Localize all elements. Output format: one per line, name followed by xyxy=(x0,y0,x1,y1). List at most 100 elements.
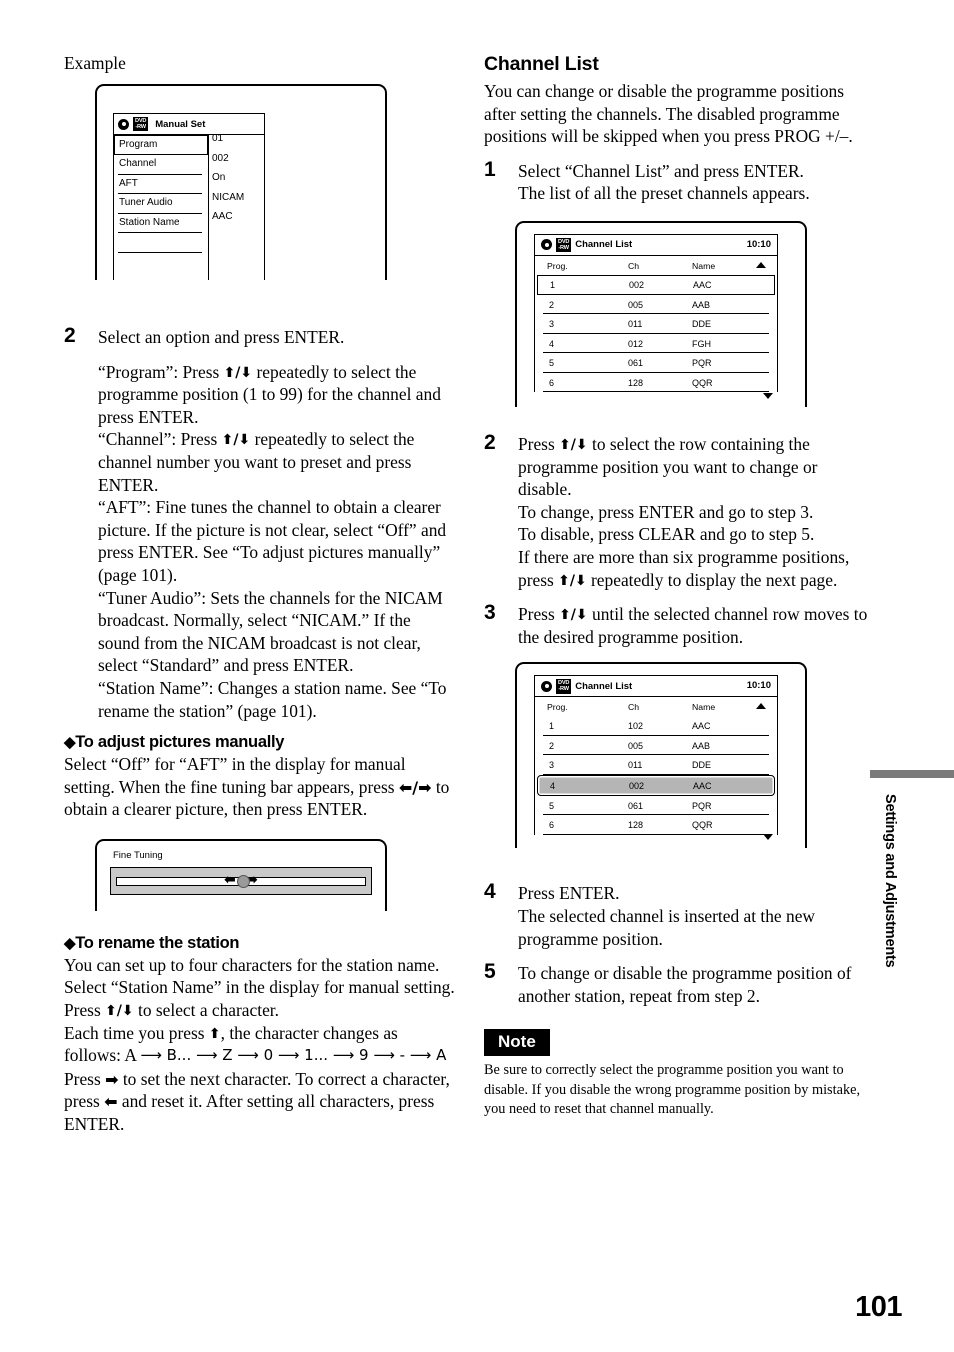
column-header-ch: Ch xyxy=(628,260,640,271)
step-2-tuner-audio: “Tuner Audio”: Sets the channels for the… xyxy=(98,587,443,676)
table-row[interactable]: 5 061 PQR xyxy=(535,796,777,816)
dvd-rw-line2: -RW xyxy=(135,124,146,130)
t-f: repeatedly to display the next page. xyxy=(586,569,838,590)
step-5: 5 To change or disable the programme pos… xyxy=(484,960,869,1007)
channel-text-a: “Channel”: Press xyxy=(98,429,222,450)
disc-icon xyxy=(118,118,129,130)
diamond-bullet-icon: ◆ xyxy=(64,934,76,952)
cell-ch: 005 xyxy=(628,299,644,310)
manual-set-row-selected[interactable]: Program xyxy=(114,135,208,155)
adjust-text-a: Select “Off” for “AFT” in the display fo… xyxy=(64,754,406,797)
disc-icon xyxy=(541,239,552,251)
table-row[interactable]: 1 002 AAC xyxy=(537,274,775,295)
fine-tuning-screen: Fine Tuning ⬅ ➡ xyxy=(95,838,387,911)
cell-prog: 4 xyxy=(549,338,555,349)
column-header-name: Name xyxy=(692,260,716,271)
scroll-down-arrow-icon[interactable] xyxy=(763,392,773,399)
row-label: Program xyxy=(119,138,158,150)
row-value: NICAM xyxy=(212,191,245,203)
channel-list-panel: DVD -RW Channel List 10:10 Prog. Ch Name… xyxy=(534,675,778,835)
channel-list-titlebar: DVD -RW Channel List 10:10 xyxy=(535,676,777,698)
program-text-a: “Program”: Press xyxy=(98,361,224,382)
column-header-name: Name xyxy=(692,702,716,713)
step-2-channel: “Channel”: Press ⬆/⬇ repeatedly to selec… xyxy=(98,428,456,496)
cell-ch: 011 xyxy=(628,760,643,771)
scroll-up-arrow-icon[interactable] xyxy=(756,261,766,268)
channel-list-titlebar: DVD -RW Channel List 10:10 xyxy=(535,235,777,256)
up-down-arrow-icon: ⬆/⬇ xyxy=(105,1003,134,1020)
t-a: Press xyxy=(518,604,560,625)
table-row-selected[interactable]: 4 002 AAC xyxy=(537,774,775,796)
row-value: 01 xyxy=(212,133,224,144)
cell-ch: 061 xyxy=(628,800,644,811)
table-row[interactable]: 3 011 DDE xyxy=(535,755,777,775)
page-number: 101 xyxy=(855,1291,902,1323)
cell-prog: 6 xyxy=(549,377,555,388)
rename-station-heading-text: To rename the station xyxy=(75,933,240,952)
table-row[interactable]: 1 102 AAC xyxy=(535,716,777,736)
cell-name: AAC xyxy=(693,780,712,791)
step-2-right: 2 Press ⬆/⬇ to select the row containing… xyxy=(484,430,869,591)
adjust-pictures-heading: ◆To adjust pictures manually xyxy=(64,732,456,753)
step-3-text: Press ⬆/⬇ until the selected channel row… xyxy=(518,603,869,648)
channel-list-title: Channel List xyxy=(575,680,633,692)
column-header-prog: Prog. xyxy=(547,260,568,271)
cell-prog: 3 xyxy=(549,319,555,330)
channel-list-intro: You can change or disable the programme … xyxy=(484,81,853,147)
channel-list-column-headers: Prog. Ch Name xyxy=(535,697,777,716)
fine-tuning-knob[interactable] xyxy=(237,874,250,888)
table-row[interactable]: 4 012 FGH xyxy=(535,334,777,354)
scroll-up-arrow-icon[interactable] xyxy=(756,703,766,710)
section-heading-channel-list: Channel List xyxy=(484,53,599,75)
left-right-arrow-icon: ⬅/➡ xyxy=(398,777,432,797)
manual-set-screen: DVD -RW Manual Set Program Channel AFT T… xyxy=(95,84,387,280)
up-down-arrow-icon: ⬆/⬇ xyxy=(559,436,588,453)
table-row[interactable]: 5 061 PQR xyxy=(535,353,777,373)
step-2: 2 Select an option and press ENTER. “Pro… xyxy=(64,324,456,722)
row-label: AFT xyxy=(119,177,138,189)
step-number: 2 xyxy=(64,324,76,347)
manual-set-row-empty xyxy=(114,253,264,273)
column-header-prog: Prog. xyxy=(547,702,568,713)
table-row[interactable]: 6 128 QQR xyxy=(535,815,777,835)
adjust-pictures-text: Select “Off” for “AFT” in the display fo… xyxy=(64,753,456,821)
step-2-heading: Select an option and press ENTER. xyxy=(98,327,345,347)
up-down-arrow-icon: ⬆/⬇ xyxy=(558,572,587,589)
up-down-arrow-icon: ⬆/⬇ xyxy=(223,364,253,381)
step-5-line1: To change or disable the programme posit… xyxy=(518,963,852,1006)
cell-name: AAC xyxy=(693,279,712,290)
left-arrow-icon: ⬅ xyxy=(104,1092,118,1112)
cell-name: FGH xyxy=(692,338,711,349)
row-rule xyxy=(543,833,769,835)
step-number: 2 xyxy=(484,430,496,454)
row-rule xyxy=(543,391,769,393)
step-2-right-t3: To disable, press CLEAR and go to step 5… xyxy=(518,524,815,545)
table-row[interactable]: 2 005 AAB xyxy=(535,295,777,315)
right-column: Channel List You can change or disable t… xyxy=(484,52,869,1120)
cell-prog: 2 xyxy=(549,299,555,310)
up-down-arrow-icon: ⬆/⬇ xyxy=(559,607,588,624)
step-2-right-t4: If there are more than six programme pos… xyxy=(518,546,869,591)
cell-name: QQR xyxy=(692,377,713,388)
channel-list-screen-2: DVD -RW Channel List 10:10 Prog. Ch Name… xyxy=(515,662,807,849)
scroll-down-arrow-icon[interactable] xyxy=(763,834,773,841)
channel-list-screen-1: DVD -RW Channel List 10:10 Prog. Ch Name… xyxy=(515,220,807,407)
cell-name: DDE xyxy=(692,760,712,771)
clock-display: 10:10 xyxy=(746,238,771,250)
t-a: Press xyxy=(518,433,560,454)
rename-p4: Press ➡ to set the next character. To co… xyxy=(64,1068,456,1136)
row-value: 002 xyxy=(212,152,229,164)
step-4-line1: Press ENTER. xyxy=(518,883,620,904)
up-down-arrow-icon: ⬆/⬇ xyxy=(221,432,251,449)
cell-ch: 128 xyxy=(628,820,644,831)
table-row[interactable]: 3 011 DDE xyxy=(535,314,777,334)
table-row[interactable]: 2 005 AAB xyxy=(535,736,777,756)
step-3: 3 Press ⬆/⬇ until the selected channel r… xyxy=(484,601,869,648)
dvd-rw-line2: -RW xyxy=(558,244,569,251)
right-arrow-icon: ➡ xyxy=(105,1069,119,1089)
table-row[interactable]: 6 128 QQR xyxy=(535,373,777,393)
cell-prog: 5 xyxy=(549,800,555,811)
cell-name: PQR xyxy=(692,358,712,369)
cell-ch: 102 xyxy=(628,721,644,732)
cell-prog: 1 xyxy=(550,279,556,290)
